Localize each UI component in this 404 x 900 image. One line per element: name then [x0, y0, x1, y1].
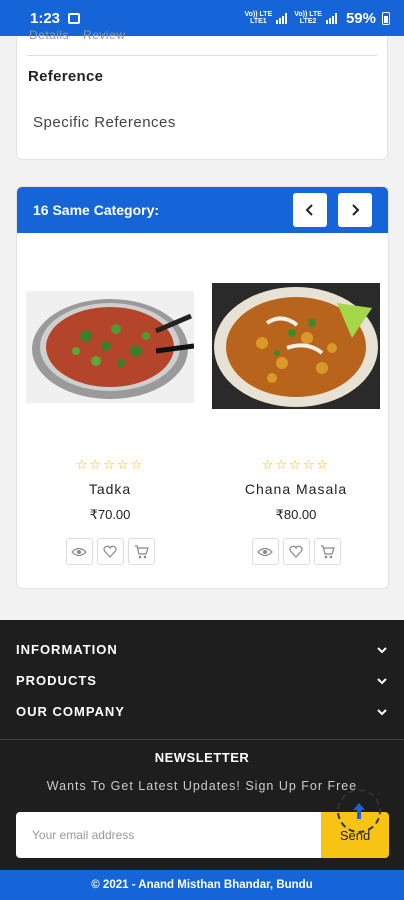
same-category-title: 16 Same Category: [33, 202, 160, 218]
add-to-cart-button[interactable] [127, 538, 155, 565]
cart-icon [320, 544, 335, 558]
footer-item-information[interactable]: INFORMATION [16, 642, 388, 657]
eye-icon [257, 547, 273, 556]
chevron-right-icon [352, 204, 360, 216]
heart-icon [103, 545, 117, 558]
heart-icon [289, 545, 303, 558]
footer-item-our-company[interactable]: OUR COMPANY [16, 704, 388, 719]
chevron-down-icon [377, 677, 387, 684]
reference-text: Specific References [33, 114, 176, 131]
eye-icon [71, 547, 87, 556]
copyright-bar: © 2021 - Anand Misthan Bhandar, Bundu [0, 870, 404, 900]
tadka-dish-photo[interactable] [26, 291, 194, 403]
reference-title: Reference [28, 68, 104, 85]
tab-details[interactable]: Details [29, 28, 69, 42]
product-tabs-cut: Details Review [29, 28, 135, 42]
wishlist-button[interactable] [282, 538, 310, 565]
email-field[interactable] [16, 812, 321, 858]
divider [27, 55, 377, 56]
status-right: Vo)) LTE LTE1 Vo)) LTE LTE2 59% [244, 9, 390, 27]
signal-bars-2-icon [325, 12, 337, 24]
product-actions [212, 538, 380, 565]
product-actions [26, 538, 194, 565]
rating-stars: ☆☆☆☆☆ [261, 457, 331, 472]
newsletter-form: Send [16, 812, 389, 858]
footer-item-label: PRODUCTS [16, 673, 97, 688]
network-label-2: Vo)) LTE LTE2 [294, 11, 322, 25]
signal-bars-1-icon [276, 12, 288, 24]
arrow-up-icon [353, 803, 365, 819]
rating-stars: ☆☆☆☆☆ [75, 457, 145, 472]
newsletter-title: NEWSLETTER [154, 750, 250, 765]
tab-review[interactable]: Review [83, 28, 125, 42]
footer: INFORMATION PRODUCTS OUR COMPANY NEWSLET… [0, 620, 404, 870]
footer-item-label: INFORMATION [16, 642, 118, 657]
newsletter-text: Wants To Get Latest Updates! Sign Up For… [46, 779, 358, 793]
chevron-left-icon [305, 204, 313, 216]
footer-item-products[interactable]: PRODUCTS [16, 673, 388, 688]
battery-percent: 59% [345, 9, 376, 27]
chana-masala-dish-photo[interactable] [212, 283, 380, 409]
cart-icon [134, 544, 149, 558]
product-name[interactable]: Tadka [26, 481, 194, 497]
quick-view-button[interactable] [65, 538, 93, 565]
carousel-prev-button[interactable] [293, 193, 327, 227]
battery-icon [382, 11, 390, 25]
copyright-text: © 2021 - Anand Misthan Bhandar, Bundu [91, 879, 313, 891]
footer-divider [0, 739, 404, 740]
quick-view-button[interactable] [251, 538, 279, 565]
same-category-card: 16 Same Category: ☆☆☆☆☆ Tadka ₹70.00 ☆☆☆… [16, 186, 389, 589]
network-label-1: Vo)) LTE LTE1 [244, 11, 273, 25]
product-price: ₹70.00 [89, 507, 131, 522]
wishlist-button[interactable] [96, 538, 124, 565]
footer-item-label: OUR COMPANY [16, 704, 125, 719]
gallery-notification-icon [68, 12, 81, 24]
product-price: ₹80.00 [275, 507, 317, 522]
scroll-to-top-button[interactable] [337, 789, 381, 833]
chevron-down-icon [377, 708, 387, 715]
same-category-header: 16 Same Category: [17, 187, 388, 233]
status-time: 1:23 [30, 9, 61, 27]
reference-card: Details Review Reference Specific Refere… [16, 28, 388, 160]
chevron-down-icon [377, 646, 387, 653]
product-name[interactable]: Chana Masala [212, 481, 380, 497]
carousel-next-button[interactable] [338, 193, 372, 227]
add-to-cart-button[interactable] [313, 538, 341, 565]
